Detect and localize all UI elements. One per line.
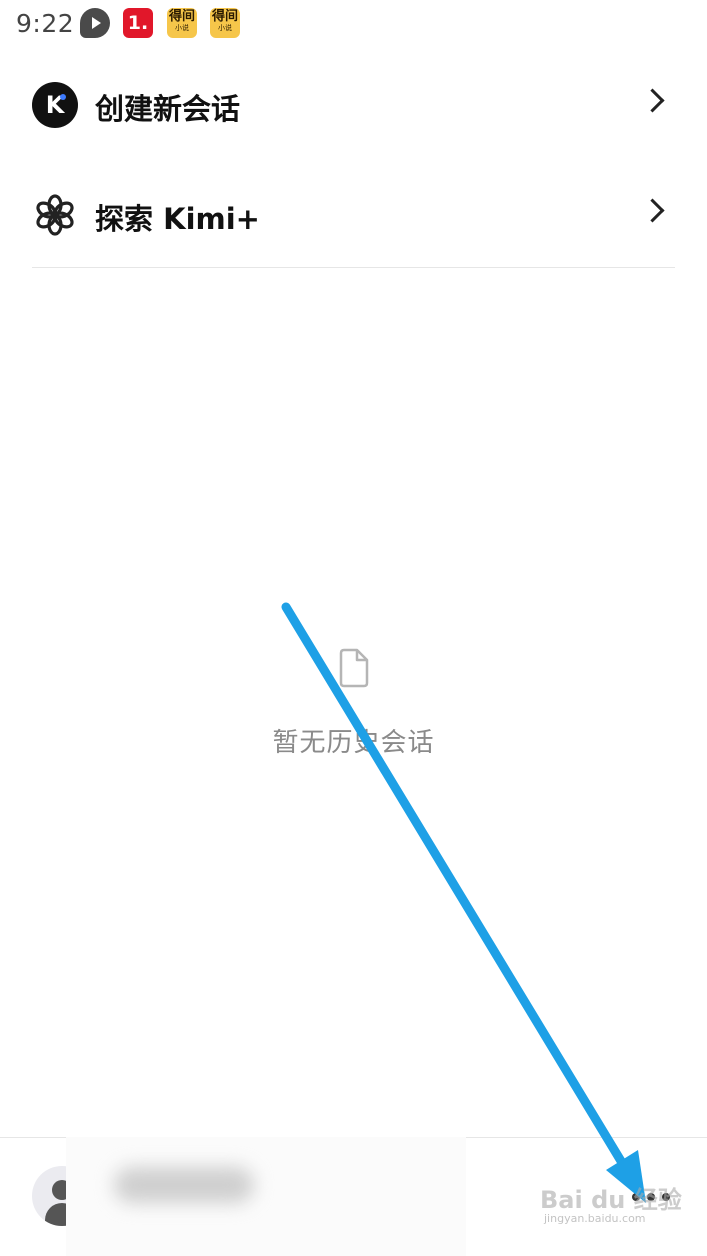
chevron-right-icon [640,88,665,113]
more-dot [632,1193,640,1201]
flower-icon [36,194,74,236]
novel-app-sub: 小说 [218,24,232,32]
more-dot [662,1193,670,1201]
menu-divider [32,267,675,268]
play-app-icon [80,8,110,38]
novel-app-label: 得间 [168,9,195,24]
chat-history-screen: 9:22 1. 得间 小说 得间 小说 K 创建新会话 探索 Kimi+ 暂无历… [0,0,707,1256]
novel-app-icon: 得间 小说 [167,8,197,38]
novel-app-sub: 小说 [175,24,189,32]
new-chat-label: 创建新会话 [95,92,241,126]
arrow-shaft [281,602,629,1171]
explore-kimi-plus-button[interactable]: 探索 Kimi+ [32,180,675,250]
more-dot [647,1193,655,1201]
document-icon [339,648,369,688]
redacted-username-blur [114,1167,254,1203]
more-options-button[interactable] [628,1182,674,1212]
explore-label: 探索 Kimi+ [95,202,260,236]
notification-app-icon: 1. [123,8,153,38]
new-chat-button[interactable]: K 创建新会话 [32,70,675,140]
chevron-right-icon [640,198,665,223]
empty-history-text: 暂无历史会话 [272,728,435,758]
kimi-logo-icon: K [32,82,78,128]
redacted-username-area [66,1137,466,1256]
status-time: 9:22 [16,9,75,38]
watermark-url: jingyan.baidu.com [544,1212,646,1225]
novel-app-icon: 得间 小说 [210,8,240,38]
status-bar: 9:22 1. 得间 小说 得间 小说 [0,0,707,48]
kimi-logo-dot [60,94,66,100]
novel-app-label: 得间 [211,9,238,24]
